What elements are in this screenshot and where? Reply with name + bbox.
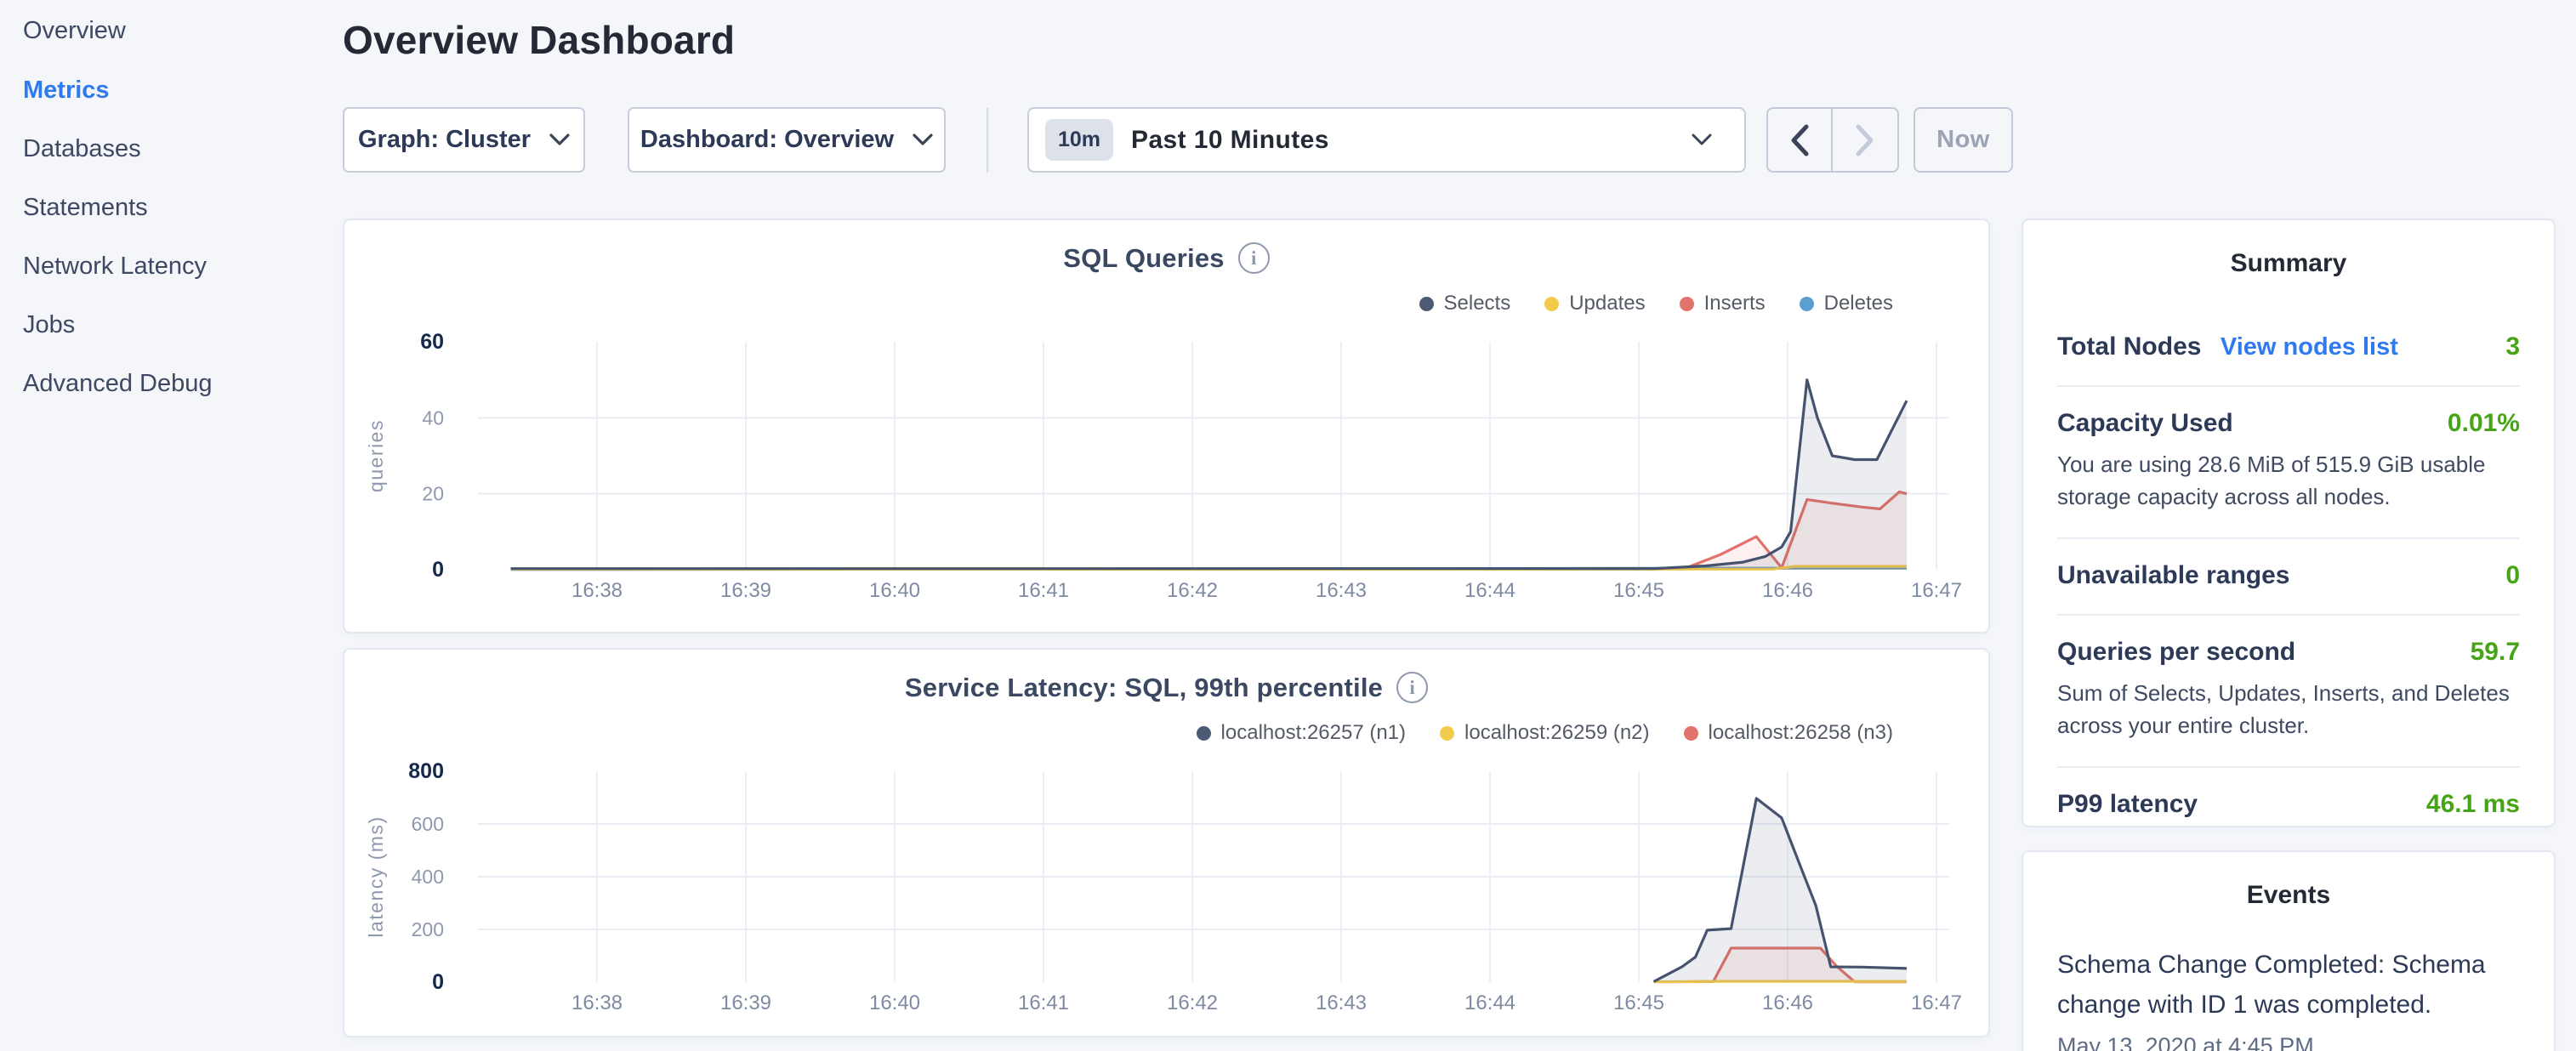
summary-description: Sum of Selects, Updates, Inserts, and De…: [2057, 677, 2520, 742]
x-tick-label: 16:42: [1167, 579, 1218, 602]
summary-row-p99-latency: P99 latency 46.1 ms: [2057, 790, 2520, 819]
series-area: [1654, 798, 1908, 982]
event-item-timestamp: May 13, 2020 at 4:45 PM: [2057, 1033, 2520, 1051]
x-tick-label: 16:47: [1911, 579, 1962, 602]
series-line: [511, 491, 1908, 569]
sql-queries-chart: 16:38 16:39 16:40 16:41 16:42 16:43 16:44 16:45…: [344, 220, 1988, 632]
summary-row-capacity-used: Capacity Used 0.01%: [2057, 409, 2520, 438]
summary-panel: Summary Total Nodes View nodes list 3 Ca…: [2022, 219, 2556, 827]
x-tick-label: 16:46: [1762, 579, 1813, 602]
summary-label: Capacity Used: [2057, 409, 2233, 438]
x-tick-label: 16:43: [1316, 579, 1367, 602]
summary-label: Unavailable ranges: [2057, 561, 2289, 590]
summary-value: 3: [2505, 332, 2520, 361]
chevron-down-icon: [549, 134, 570, 146]
y-axis-label: latency (ms): [365, 815, 387, 937]
x-tick-label: 16:44: [1464, 991, 1515, 1014]
x-tick-label: 16:40: [869, 991, 920, 1014]
sidebar-item-metrics[interactable]: Metrics: [23, 75, 110, 105]
y-tick-label: 0: [432, 558, 444, 582]
dashboard-dropdown[interactable]: Dashboard: Overview: [628, 107, 946, 173]
time-window-select[interactable]: 10m Past 10 Minutes: [1027, 107, 1746, 173]
x-tick-label: 16:38: [571, 991, 623, 1014]
series-area: [511, 380, 1908, 570]
chevron-right-icon: [1854, 123, 1876, 157]
graph-dropdown[interactable]: Graph: Cluster: [343, 107, 585, 173]
x-tick-label: 16:39: [720, 991, 771, 1014]
summary-label: Total Nodes: [2057, 332, 2201, 361]
x-tick-label: 16:39: [720, 579, 771, 602]
y-tick-label: 400: [412, 866, 444, 888]
summary-value: 46.1 ms: [2426, 790, 2520, 819]
x-tick-label: 16:45: [1613, 991, 1664, 1014]
summary-row-unavailable-ranges: Unavailable ranges 0: [2057, 561, 2520, 590]
page-title: Overview Dashboard: [343, 17, 735, 63]
chevron-left-icon: [1788, 123, 1811, 157]
x-tick-label: 16:38: [571, 579, 623, 602]
chevron-down-icon: [913, 134, 933, 146]
x-tick-label: 16:43: [1316, 991, 1367, 1014]
time-window-badge: 10m: [1045, 119, 1113, 161]
prev-time-button[interactable]: [1768, 109, 1833, 171]
service-latency-chart-card: Service Latency: SQL, 99th percentile i …: [343, 648, 1990, 1037]
sidebar-item-databases[interactable]: Databases: [23, 134, 141, 164]
events-title: Events: [2023, 881, 2554, 910]
y-tick-label: 20: [422, 483, 444, 505]
x-tick-label: 16:41: [1018, 991, 1069, 1014]
summary-row-total-nodes: Total Nodes View nodes list 3: [2057, 332, 2520, 361]
sidebar-item-statements[interactable]: Statements: [23, 192, 148, 223]
view-nodes-list-link[interactable]: View nodes list: [2221, 333, 2398, 361]
sidebar-item-network-latency[interactable]: Network Latency: [23, 251, 207, 281]
x-tick-label: 16:45: [1613, 579, 1664, 602]
x-tick-label: 16:42: [1167, 991, 1218, 1014]
y-tick-label: 800: [408, 759, 444, 783]
y-tick-label: 0: [432, 970, 444, 994]
series-area: [511, 491, 1908, 570]
x-tick-label: 16:41: [1018, 579, 1069, 602]
dashboard-dropdown-label: Dashboard: Overview: [640, 126, 894, 154]
summary-description: You are using 28.6 MiB of 515.9 GiB usab…: [2057, 448, 2520, 514]
divider: [2057, 537, 2520, 539]
summary-label: Queries per second: [2057, 638, 2295, 667]
metrics-page: Overview Metrics Databases Statements Ne…: [0, 0, 2576, 1051]
summary-title: Summary: [2023, 249, 2554, 278]
x-tick-label: 16:47: [1911, 991, 1962, 1014]
event-item-text[interactable]: Schema Change Completed: Schema change w…: [2057, 946, 2520, 1025]
sidebar-item-overview[interactable]: Overview: [23, 15, 126, 46]
next-time-button[interactable]: [1833, 109, 1897, 171]
events-panel: Events Schema Change Completed: Schema c…: [2022, 850, 2556, 1051]
now-button[interactable]: Now: [1914, 107, 2013, 173]
x-tick-label: 16:46: [1762, 991, 1813, 1014]
summary-row-queries-per-second: Queries per second 59.7: [2057, 638, 2520, 667]
y-tick-label: 60: [420, 330, 444, 354]
y-tick-label: 40: [422, 406, 444, 429]
y-tick-label: 200: [412, 918, 444, 940]
service-latency-chart: 16:38 16:39 16:40 16:41 16:42 16:43 16:44 16:45…: [344, 650, 1988, 1036]
chevron-down-icon: [1692, 134, 1712, 146]
x-tick-label: 16:40: [869, 579, 920, 602]
sidebar-item-advanced-debug[interactable]: Advanced Debug: [23, 368, 213, 399]
divider: [2057, 614, 2520, 616]
controls-divider: [987, 108, 988, 173]
summary-value: 0: [2505, 561, 2520, 590]
divider: [2057, 766, 2520, 768]
graph-dropdown-label: Graph: Cluster: [358, 126, 531, 154]
sidebar: Overview Metrics Databases Statements Ne…: [0, 0, 332, 1051]
divider: [2057, 385, 2520, 387]
summary-value: 59.7: [2471, 638, 2520, 667]
time-pager: [1766, 107, 1899, 173]
y-axis-label: queries: [365, 419, 387, 492]
x-tick-label: 16:44: [1464, 579, 1515, 602]
summary-value: 0.01%: [2448, 409, 2520, 438]
series-line: [511, 380, 1908, 569]
time-window-label: Past 10 Minutes: [1131, 126, 1329, 155]
sql-queries-chart-card: SQL Queries i SelectsUpdatesInsertsDelet…: [343, 219, 1990, 633]
sidebar-item-jobs[interactable]: Jobs: [23, 310, 75, 340]
summary-label: P99 latency: [2057, 790, 2198, 819]
y-tick-label: 600: [412, 813, 444, 835]
